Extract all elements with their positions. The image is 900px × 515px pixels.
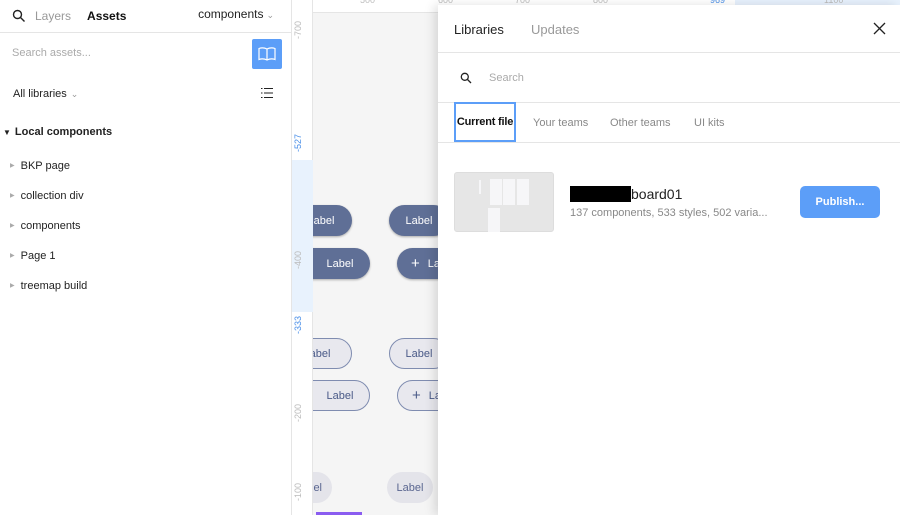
item-label: components [20, 220, 81, 232]
ruler-tick: -400 [293, 250, 304, 270]
caret-down-icon: ▼ [3, 128, 11, 137]
item-label: collection div [20, 190, 84, 202]
page-selector[interactable]: components ⌄ [198, 7, 274, 21]
close-icon[interactable] [873, 22, 886, 35]
list-item[interactable]: ▶ Page 1 [10, 250, 56, 262]
canvas-button[interactable]: Label [387, 472, 433, 503]
caret-right-icon: ▶ [10, 253, 15, 259]
list-item[interactable]: ▶ BKP page [10, 160, 70, 172]
sidebar-topbar: Layers Assets components ⌄ [0, 0, 291, 33]
list-item[interactable]: ▶ treemap build [10, 280, 87, 292]
plus-icon: + [411, 255, 420, 272]
ruler-tick: -200 [293, 403, 304, 423]
library-name: board01 [570, 186, 682, 202]
plus-icon: + [412, 387, 421, 404]
button-label: Label [405, 214, 433, 227]
ruler-tick: -100 [293, 482, 304, 502]
tab-assets[interactable]: Assets [87, 9, 126, 23]
caret-right-icon: ▶ [10, 193, 15, 199]
caret-right-icon: ▶ [10, 163, 15, 169]
button-label: Label [326, 257, 354, 270]
search-icon [460, 72, 472, 84]
button-label: el [313, 481, 322, 494]
ruler-tick: -700 [293, 20, 304, 40]
team-library-button[interactable] [252, 39, 282, 69]
subtab-current-file[interactable]: Current file [454, 102, 516, 142]
list-item[interactable]: ▶ components [10, 220, 81, 232]
button-label: Label [326, 389, 354, 402]
caret-right-icon: ▶ [10, 283, 15, 289]
tab-updates[interactable]: Updates [531, 22, 579, 37]
item-label: BKP page [20, 160, 70, 172]
tab-layers[interactable]: Layers [35, 9, 71, 23]
ruler-tick: 500 [360, 0, 376, 5]
list-item[interactable]: ▶ collection div [10, 190, 84, 202]
search-icon[interactable] [12, 9, 26, 23]
button-label: Label [405, 347, 433, 360]
list-view-icon[interactable] [260, 86, 274, 100]
library-thumbnail [454, 172, 554, 232]
assets-sidebar: Layers Assets components ⌄ Search assets.… [0, 0, 292, 515]
item-label: treemap build [20, 280, 88, 292]
button-label: Label [396, 481, 424, 494]
vertical-ruler: -700 -527 -400 -333 -200 -100 [292, 0, 313, 515]
ruler-highlight [292, 160, 313, 312]
caret-right-icon: ▶ [10, 223, 15, 229]
section-title: Local components [14, 126, 113, 138]
page-selector-label: components [198, 7, 264, 21]
library-filter-label: All libraries [13, 88, 67, 100]
search-assets-input[interactable]: Search assets... [12, 47, 91, 59]
button-label: abel [313, 214, 335, 227]
library-search-input[interactable]: Search [489, 72, 524, 84]
redacted-text [570, 186, 631, 202]
local-components-section[interactable]: ▼ Local components [0, 126, 112, 138]
publish-button[interactable]: Publish... [800, 186, 880, 218]
book-icon [258, 47, 276, 61]
subtab-your-teams[interactable]: Your teams [533, 117, 588, 129]
chevron-down-icon: ⌄ [266, 10, 274, 20]
library-name-text: board01 [631, 186, 683, 202]
library-meta: 137 components, 533 styles, 502 varia... [570, 207, 768, 219]
subtab-other-teams[interactable]: Other teams [610, 117, 671, 129]
ruler-tick: -527 [293, 133, 304, 153]
ruler-tick: -333 [293, 315, 304, 335]
item-label: Page 1 [20, 250, 56, 262]
tab-libraries[interactable]: Libraries [454, 22, 504, 37]
libraries-dialog: Libraries Updates Search Current file Yo… [438, 5, 900, 515]
library-filter[interactable]: All libraries ⌄ [13, 88, 78, 100]
subtab-ui-kits[interactable]: UI kits [694, 117, 725, 129]
chevron-down-icon: ⌄ [70, 89, 79, 99]
